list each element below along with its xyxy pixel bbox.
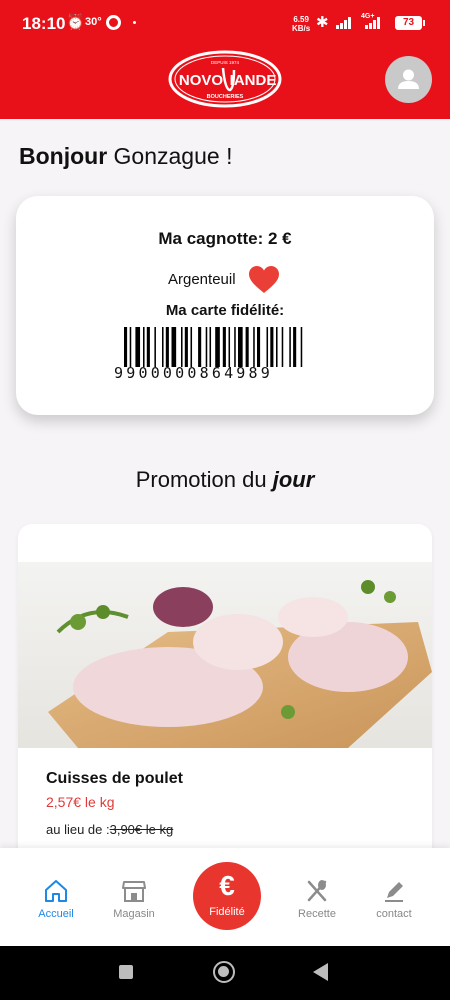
favorite-store: Argenteuil bbox=[168, 271, 236, 288]
user-icon bbox=[398, 69, 419, 89]
logo-right-text: IANDE bbox=[230, 72, 277, 89]
promotion-product-card[interactable]: Cuisses de poulet 2,57€ le kg au lieu de… bbox=[18, 524, 432, 864]
nav-fidelite[interactable]: € Fidélité bbox=[193, 862, 261, 930]
home-icon bbox=[45, 880, 67, 902]
novoviande-logo[interactable]: DEPUIS 1974 NOVO IANDE BOUCHERIES bbox=[168, 50, 282, 108]
barcode-number: 9900000864989 bbox=[114, 364, 273, 382]
nav-accueil[interactable]: Accueil bbox=[16, 878, 96, 920]
status-bar: 18:10 ⏰ 30° 6.59 KB/s ✱ 4G+ 73 bbox=[0, 0, 450, 46]
loyalty-card[interactable]: Ma cagnotte: 2 € Argenteuil Ma carte fid… bbox=[16, 196, 434, 415]
promotion-title-emphasis: jour bbox=[272, 467, 315, 492]
promotion-title-prefix: Promotion du bbox=[135, 467, 273, 492]
greeting-name: Gonzague ! bbox=[113, 143, 233, 169]
product-name: Cuisses de poulet bbox=[46, 770, 183, 787]
nav-contact[interactable]: contact bbox=[354, 878, 434, 920]
net-speed-value: 6.59 bbox=[293, 15, 309, 24]
greeting-hello: Bonjour bbox=[19, 143, 108, 169]
profile-button[interactable] bbox=[385, 56, 432, 103]
battery-icon: 73 bbox=[395, 16, 425, 30]
net-speed-unit: KB/s bbox=[292, 24, 311, 33]
old-price: 3,90€ le kg bbox=[109, 822, 174, 837]
back-button[interactable] bbox=[313, 963, 328, 981]
notification-dot-icon bbox=[133, 21, 136, 24]
edit-icon bbox=[385, 882, 403, 902]
nav-magasin-label: Magasin bbox=[113, 908, 155, 920]
utensils-icon bbox=[307, 880, 327, 902]
logo-bottom-text: BOUCHERIES bbox=[207, 94, 244, 100]
euro-icon: € bbox=[219, 870, 235, 901]
nav-fidelite-label: Fidélité bbox=[209, 906, 245, 918]
promotion-title: Promotion du jour bbox=[0, 467, 450, 493]
app-header: 18:10 ⏰ 30° 6.59 KB/s ✱ 4G+ 73 DEPUIS 19… bbox=[0, 0, 450, 119]
product-price: 2,57€ le kg bbox=[46, 794, 115, 810]
heart-icon[interactable] bbox=[248, 265, 280, 295]
loyalty-card-label: Ma carte fidélité: bbox=[165, 302, 285, 319]
net-speed: 6.59 KB/s bbox=[292, 15, 310, 33]
alarm-icon: ⏰ bbox=[66, 14, 85, 31]
nav-magasin[interactable]: Magasin bbox=[94, 878, 174, 920]
nav-recette-label: Recette bbox=[298, 908, 336, 920]
product-photo bbox=[18, 562, 432, 748]
nav-recette[interactable]: Recette bbox=[277, 878, 357, 920]
greeting: Bonjour Gonzague ! bbox=[19, 143, 232, 170]
store-icon bbox=[122, 881, 146, 902]
signal-icon bbox=[336, 16, 351, 29]
status-temperature: 30° bbox=[85, 16, 102, 28]
system-navigation-bar bbox=[0, 946, 450, 1000]
old-price-prefix: au lieu de : bbox=[46, 822, 110, 837]
nav-contact-label: contact bbox=[376, 908, 412, 920]
notification-ring-icon bbox=[106, 15, 121, 30]
recents-button[interactable] bbox=[119, 965, 133, 979]
bottom-navigation: Accueil Magasin € Fidélité Recette conta… bbox=[0, 848, 450, 946]
logo-left-text: NOVO bbox=[179, 72, 224, 89]
product-old-price-line: au lieu de :3,90€ le kg bbox=[46, 822, 173, 837]
cagnotte-balance: Ma cagnotte: 2 € bbox=[158, 229, 292, 248]
home-system-button[interactable] bbox=[213, 961, 235, 983]
logo-top-text: DEPUIS 1974 bbox=[211, 60, 240, 65]
status-time: 18:10 bbox=[22, 14, 66, 33]
bluetooth-icon: ✱ bbox=[316, 14, 329, 31]
signal-icon-2 bbox=[365, 16, 380, 29]
battery-level: 73 bbox=[402, 17, 415, 28]
nav-accueil-label: Accueil bbox=[38, 908, 74, 920]
